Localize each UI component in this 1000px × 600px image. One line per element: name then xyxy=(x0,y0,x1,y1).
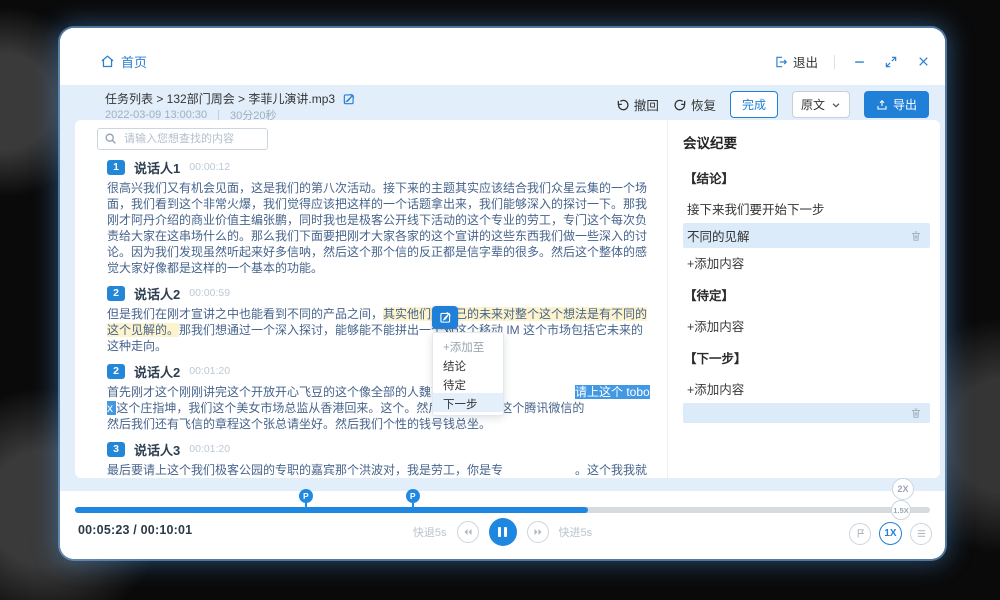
speed-current-button[interactable]: 1X xyxy=(879,522,902,545)
speaker-name: 说话人2 xyxy=(134,284,180,303)
export-button[interactable]: 导出 xyxy=(864,91,929,118)
audio-player: P P 00:05:23 / 00:10:01 快退5s 快进5s 1 xyxy=(60,491,945,559)
transcript-block: 3 说话人3 00:01:20 最后要请上这个我们极客公园的专职的嘉宾那个洪波对… xyxy=(107,440,651,478)
export-icon xyxy=(876,99,888,111)
minutes-item-selected[interactable]: 不同的见解 xyxy=(683,223,930,248)
speaker-timestamp[interactable]: 00:00:12 xyxy=(189,161,230,173)
edit-selection-button[interactable] xyxy=(432,306,458,329)
menu-item-conclusion[interactable]: 结论 xyxy=(433,355,503,374)
minutes-heading-next: 【下一步】 xyxy=(684,348,930,367)
chevron-down-icon xyxy=(831,100,841,110)
speed-option-2x[interactable]: 2X xyxy=(892,478,914,500)
close-button[interactable] xyxy=(915,54,931,70)
done-button[interactable]: 完成 xyxy=(730,91,778,118)
speaker-timestamp[interactable]: 00:01:20 xyxy=(189,443,230,455)
export-label: 导出 xyxy=(893,96,917,113)
minutes-heading-conclusion: 【结论】 xyxy=(684,168,930,187)
speaker-timestamp[interactable]: 00:00:59 xyxy=(189,287,230,299)
transcript-paragraph[interactable]: 但是我们在刚才宣讲之中也能看到不同的产品之间，其实他们对自己的未来对整个这个想法… xyxy=(107,306,651,354)
exit-icon xyxy=(774,55,788,69)
menu-item-pending[interactable]: 待定 xyxy=(433,374,503,393)
minutes-pane: 会议纪要 【结论】 接下来我们要开始下一步 不同的见解 +添加内容 【待定】 +… xyxy=(668,120,940,478)
progress-marker[interactable]: P xyxy=(406,489,420,511)
progress-track[interactable]: P P xyxy=(75,507,930,513)
window-header: 首页 退出 xyxy=(60,28,945,85)
redo-label: 恢复 xyxy=(691,95,716,114)
editor-card: 1 说话人1 00:00:12 很高兴我们又有机会见面，这是我们的第八次活动。接… xyxy=(75,120,940,478)
rewind-label: 快退5s xyxy=(413,524,447,540)
menu-item-add-to: +添加至 xyxy=(433,336,503,355)
pause-icon xyxy=(504,527,507,537)
search-icon xyxy=(104,132,117,145)
search-box xyxy=(97,128,268,150)
transcript-block: 1 说话人1 00:00:12 很高兴我们又有机会见面，这是我们的第八次活动。接… xyxy=(107,158,651,276)
speaker-badge: 2 xyxy=(107,364,125,379)
rewind-button[interactable] xyxy=(457,521,479,543)
trash-icon[interactable] xyxy=(910,230,922,242)
minutes-item-empty[interactable] xyxy=(683,403,930,423)
speaker-badge: 2 xyxy=(107,286,125,301)
forward-button[interactable] xyxy=(527,521,549,543)
speaker-badge: 1 xyxy=(107,160,125,175)
exit-label: 退出 xyxy=(793,52,818,71)
undo-icon xyxy=(616,98,630,112)
exit-button[interactable]: 退出 xyxy=(774,52,818,71)
speaker-timestamp[interactable]: 00:01:20 xyxy=(189,365,230,377)
speed-option-1-5x[interactable]: 1.5X xyxy=(891,500,911,520)
app-window: 首页 退出 任务列表 > 132部门周会 > 李菲儿演讲.mp3 xyxy=(60,28,945,559)
maximize-button[interactable] xyxy=(883,54,899,70)
trash-icon[interactable] xyxy=(910,407,922,419)
search-input[interactable] xyxy=(97,128,268,150)
flag-button[interactable] xyxy=(849,523,871,545)
add-content-button[interactable]: +添加内容 xyxy=(683,250,930,275)
redo-button[interactable]: 恢复 xyxy=(673,95,716,114)
playlist-button[interactable] xyxy=(910,523,932,545)
pencil-square-icon xyxy=(439,311,452,324)
menu-item-next-step[interactable]: 下一步 xyxy=(433,393,503,412)
home-nav[interactable]: 首页 xyxy=(100,52,147,71)
minutes-title: 会议纪要 xyxy=(683,132,930,152)
breadcrumb-text: 任务列表 > 132部门周会 > 李菲儿演讲.mp3 xyxy=(105,90,335,107)
view-select-value: 原文 xyxy=(801,96,825,113)
redo-icon xyxy=(673,98,687,112)
speaker-name: 说话人3 xyxy=(134,440,180,459)
speaker-badge: 3 xyxy=(107,442,125,457)
pause-icon xyxy=(498,527,501,537)
forward-label: 快进5s xyxy=(559,524,593,540)
transcript-paragraph[interactable]: 首先刚才这个刚刚讲完这个开放开心飞豆的这个像全部的人魏亮来这个魏 请上这个 to… xyxy=(107,384,651,432)
home-label: 首页 xyxy=(121,52,147,71)
progress-fill xyxy=(75,507,588,513)
speaker-name: 说话人1 xyxy=(134,158,180,177)
rename-icon[interactable] xyxy=(342,92,356,106)
marker-stem xyxy=(305,503,307,508)
add-content-button[interactable]: +添加内容 xyxy=(683,313,930,338)
marker-pin-icon: P xyxy=(299,489,313,503)
transcript-block: 2 说话人2 00:00:59 但是我们在刚才宣讲之中也能看到不同的产品之间，其… xyxy=(107,284,651,354)
transcript-pane: 1 说话人1 00:00:12 很高兴我们又有机会见面，这是我们的第八次活动。接… xyxy=(75,120,668,478)
content-area: 任务列表 > 132部门周会 > 李菲儿演讲.mp3 2022-03-09 13… xyxy=(60,85,945,491)
progress-marker[interactable]: P xyxy=(299,489,313,511)
undo-button[interactable]: 撤回 xyxy=(616,95,659,114)
pause-button[interactable] xyxy=(489,518,517,546)
add-to-menu: +添加至 结论 待定 下一步 xyxy=(432,332,504,416)
speaker-name: 说话人2 xyxy=(134,362,180,381)
marker-stem xyxy=(412,503,414,508)
breadcrumb[interactable]: 任务列表 > 132部门周会 > 李菲儿演讲.mp3 xyxy=(105,90,356,107)
transcript-block: 2 说话人2 00:01:20 首先刚才这个刚刚讲完这个开放开心飞豆的这个像全部… xyxy=(107,362,651,432)
add-to-popup: +添加至 结论 待定 下一步 xyxy=(432,306,504,416)
marker-pin-icon: P xyxy=(406,489,420,503)
transcript-paragraph[interactable]: 最后要请上这个我们极客公园的专职的嘉宾那个洪波对，我是劳工，你是专 。这个我我就… xyxy=(107,462,651,478)
home-icon xyxy=(100,54,115,69)
header-divider xyxy=(834,55,835,69)
minutes-heading-pending: 【待定】 xyxy=(684,285,930,304)
minutes-item[interactable]: 接下来我们要开始下一步 xyxy=(683,196,930,221)
view-select[interactable]: 原文 xyxy=(792,91,850,118)
transcript-paragraph[interactable]: 很高兴我们又有机会见面，这是我们的第八次活动。接下来的主题其实应该结合我们众星云… xyxy=(107,180,651,276)
minimize-button[interactable] xyxy=(851,54,867,70)
undo-label: 撤回 xyxy=(634,95,659,114)
add-content-button[interactable]: +添加内容 xyxy=(683,376,930,401)
